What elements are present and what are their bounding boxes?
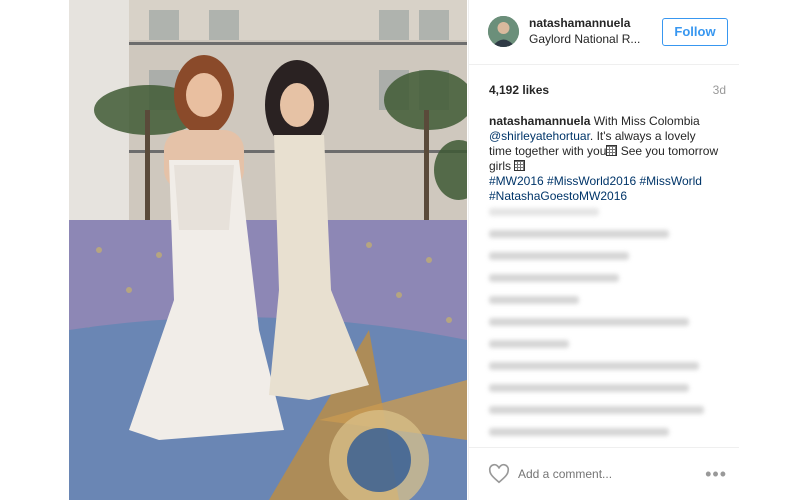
blurred-comment xyxy=(489,384,689,392)
likes-count[interactable]: 4,192 likes xyxy=(489,83,549,97)
blurred-comment xyxy=(489,274,619,282)
caption-hashtags[interactable]: #MW2016 #MissWorld2016 #MissWorld #Natas… xyxy=(489,174,702,203)
comments-list-blurred xyxy=(489,208,719,450)
username[interactable]: natashamannuela xyxy=(529,16,630,30)
post-header: natashamannuela Gaylord National R... Fo… xyxy=(469,0,739,65)
post-caption: natashamannuela With Miss Colombia @shir… xyxy=(489,114,719,204)
post-details-panel: natashamannuela Gaylord National R... Fo… xyxy=(468,0,739,500)
more-options-icon[interactable]: ••• xyxy=(705,464,727,484)
blurred-comment xyxy=(489,406,704,414)
blurred-comment xyxy=(489,208,599,216)
post-age[interactable]: 3d xyxy=(713,83,726,97)
post-photo-image xyxy=(69,0,467,500)
blurred-comment xyxy=(489,252,629,260)
blurred-comment xyxy=(489,296,579,304)
heart-icon[interactable] xyxy=(488,463,510,485)
caption-text-1: With Miss Colombia xyxy=(590,114,700,128)
emoji-placeholder-icon xyxy=(514,160,526,171)
avatar[interactable] xyxy=(488,16,519,47)
blurred-comment xyxy=(489,428,669,436)
location-link[interactable]: Gaylord National R... xyxy=(529,32,644,46)
blurred-comment xyxy=(489,318,689,326)
caption-username[interactable]: natashamannuela xyxy=(489,114,590,128)
blurred-comment xyxy=(489,230,669,238)
blurred-comment xyxy=(489,340,569,348)
emoji-placeholder-icon xyxy=(606,145,618,156)
follow-button[interactable]: Follow xyxy=(662,18,728,46)
add-comment-input[interactable] xyxy=(518,464,668,484)
post-photo[interactable] xyxy=(69,0,467,500)
comment-footer: ••• xyxy=(469,447,739,500)
blurred-comment xyxy=(489,362,699,370)
caption-mention[interactable]: @shirleyatehortuar xyxy=(489,129,590,143)
